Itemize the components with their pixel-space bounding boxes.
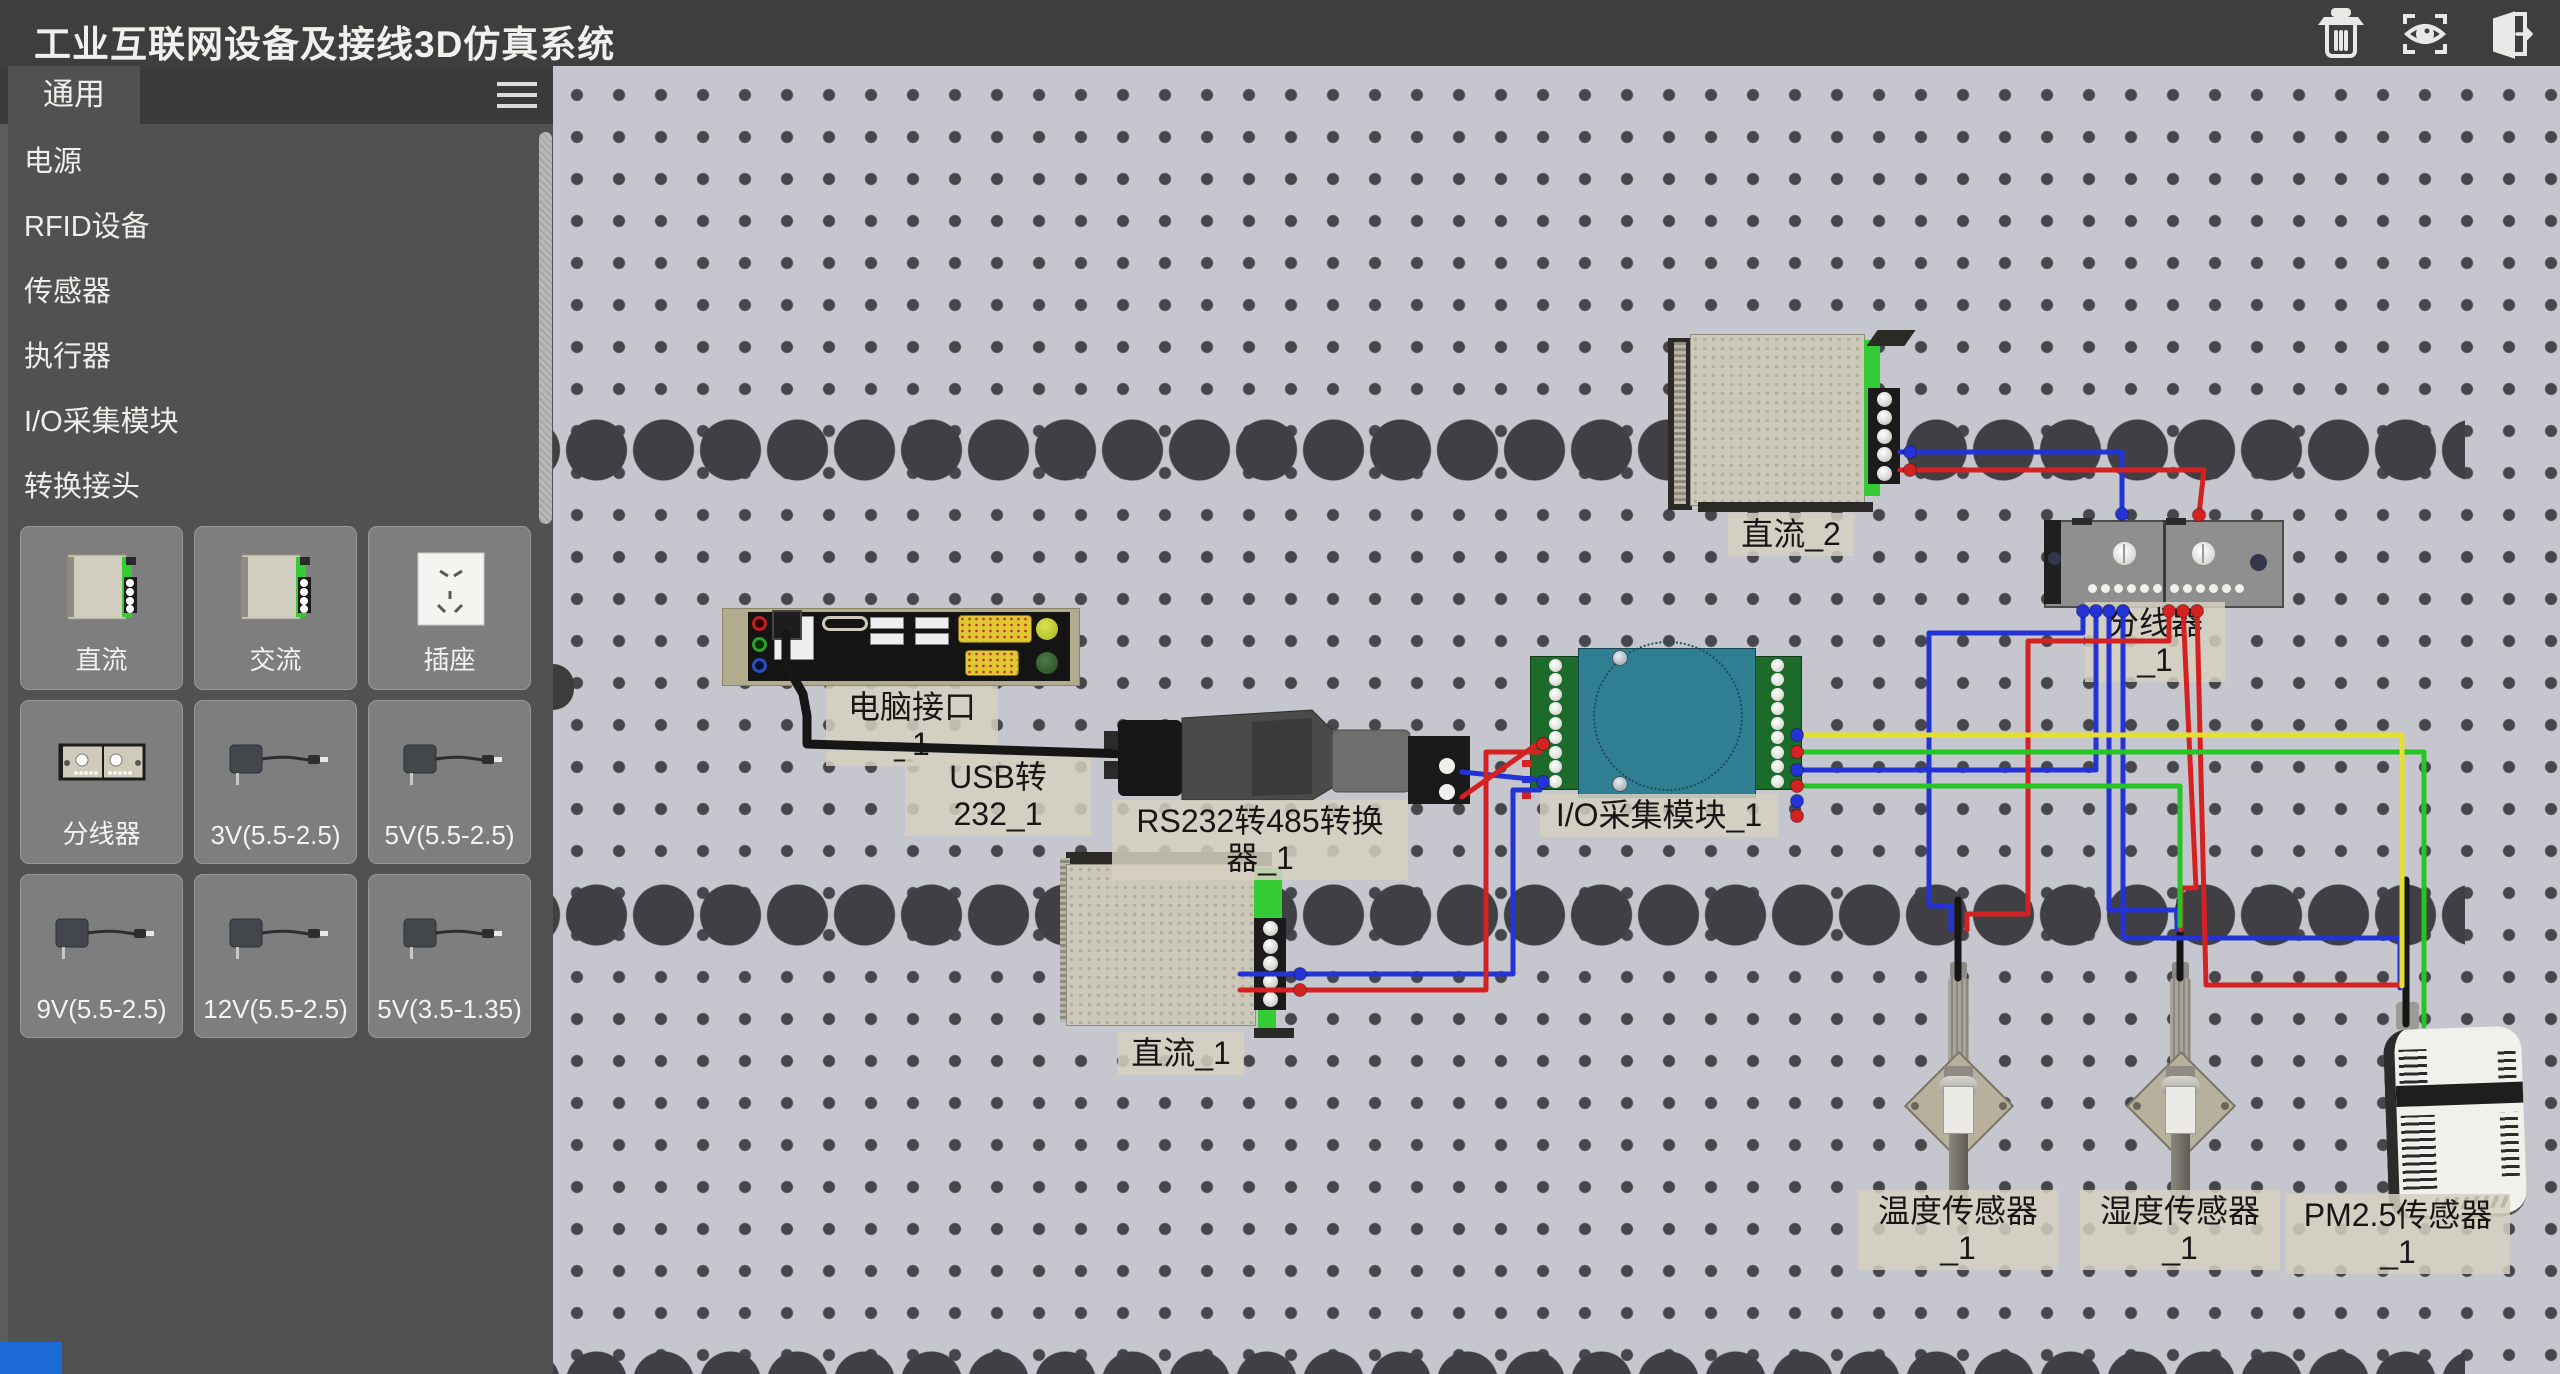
trash-icon[interactable] xyxy=(2312,6,2370,62)
adapter-thumbnail-icon xyxy=(195,889,356,985)
sidebar: 通用 电源RFID设备传感器执行器I/O采集模块转换接头 直流 交流 插座 xyxy=(0,66,553,1374)
palette-card-label: 直流 xyxy=(21,640,182,677)
sidebar-item-1[interactable]: RFID设备 xyxy=(8,195,538,260)
device-io-module[interactable] xyxy=(1530,648,1810,800)
adapter-thumbnail-icon xyxy=(369,715,530,811)
device-label-rs232485: RS232转485转换器_1 xyxy=(1112,800,1408,880)
palette-card-label: 分线器 xyxy=(21,814,182,851)
palette-card-label: 3V(5.5-2.5) xyxy=(195,820,356,851)
palette-card-label: 5V(5.5-2.5) xyxy=(369,820,530,851)
sidebar-item-2[interactable]: 传感器 xyxy=(8,260,538,325)
view-focus-icon[interactable] xyxy=(2396,6,2454,62)
top-bar: 工业互联网设备及接线3D仿真系统 xyxy=(0,0,2560,66)
device-label-splitter: 分线器_1 xyxy=(2085,602,2225,682)
palette-card-4[interactable]: 3V(5.5-2.5) xyxy=(194,700,357,864)
hamburger-menu-icon[interactable] xyxy=(497,82,537,110)
psu-thumbnail-icon xyxy=(21,541,182,637)
adapter-thumbnail-icon xyxy=(195,715,356,811)
socket-thumbnail-icon xyxy=(369,541,530,637)
adapter-thumbnail-icon xyxy=(21,889,182,985)
exit-icon[interactable] xyxy=(2478,6,2536,62)
palette-card-label: 9V(5.5-2.5) xyxy=(21,994,182,1025)
device-splitter[interactable] xyxy=(2044,520,2288,612)
palette-card-6[interactable]: 9V(5.5-2.5) xyxy=(20,874,183,1038)
red-connector-bead xyxy=(1294,984,1307,997)
palette-card-5[interactable]: 5V(5.5-2.5) xyxy=(368,700,531,864)
device-label-dc1: 直流_1 xyxy=(1118,1032,1244,1075)
device-label-iomod: I/O采集模块_1 xyxy=(1540,794,1778,837)
simulation-canvas[interactable]: 直流_2 电脑接口_1USB转232_1 RS232转485转换器_1 I/O采集模块… xyxy=(553,66,2560,1374)
psu-thumbnail-icon xyxy=(195,541,356,637)
yellow-wire xyxy=(1800,735,2402,986)
palette-card-7[interactable]: 12V(5.5-2.5) xyxy=(194,874,357,1038)
pegboard-slot-row xyxy=(553,1351,2465,1374)
device-humidity-sensor[interactable] xyxy=(2125,900,2235,1212)
sidebar-item-5[interactable]: 转换接头 xyxy=(8,455,538,520)
palette-card-label: 插座 xyxy=(369,640,530,677)
sidebar-item-0[interactable]: 电源 xyxy=(8,130,538,195)
blue-wire xyxy=(1929,608,2083,930)
app-window: 工业互联网设备及接线3D仿真系统 通用 xyxy=(0,0,2560,1374)
palette-card-label: 交流 xyxy=(195,640,356,677)
device-label-pc: 电脑接口_1 xyxy=(826,686,998,766)
palette-card-8[interactable]: 5V(3.5-1.35) xyxy=(368,874,531,1038)
palette-card-3[interactable]: 分线器 xyxy=(20,700,183,864)
device-label-hum: 湿度传感器_1 xyxy=(2080,1190,2280,1270)
device-temperature-sensor[interactable] xyxy=(1903,900,2013,1212)
device-label-pm25: PM2.5传感器_1 xyxy=(2286,1194,2510,1274)
pegboard-slot-row xyxy=(553,419,2465,481)
sidebar-item-4[interactable]: I/O采集模块 xyxy=(8,390,538,455)
device-label-usb232: USB转232_1 xyxy=(905,756,1091,836)
corner-blue-button[interactable] xyxy=(0,1342,62,1374)
device-pm25-sensor[interactable] xyxy=(2380,1000,2530,1222)
splitter-thumbnail-icon xyxy=(21,715,182,811)
palette-card-0[interactable]: 直流 xyxy=(20,526,183,690)
category-menu: 电源RFID设备传感器执行器I/O采集模块转换接头 xyxy=(8,130,538,520)
palette-card-label: 5V(3.5-1.35) xyxy=(369,994,530,1025)
adapter-thumbnail-icon xyxy=(369,889,530,985)
sidebar-scrollbar[interactable] xyxy=(539,132,552,524)
page-title: 工业互联网设备及接线3D仿真系统 xyxy=(34,14,615,68)
device-palette: 直流 交流 插座 分线器 3V(5.5-2.5) xyxy=(20,526,550,1038)
palette-card-label: 12V(5.5-2.5) xyxy=(195,994,356,1025)
device-label-temp: 温度传感器_1 xyxy=(1858,1190,2058,1270)
sidebar-header: 通用 xyxy=(0,66,553,124)
red-connector-bead xyxy=(1791,810,1804,823)
blue-wire xyxy=(1800,608,2096,770)
palette-card-2[interactable]: 插座 xyxy=(368,526,531,690)
palette-card-1[interactable]: 交流 xyxy=(194,526,357,690)
blue-connector-bead xyxy=(2116,508,2129,521)
device-pc-interface[interactable] xyxy=(722,608,1082,688)
device-label-dc2: 直流_2 xyxy=(1728,513,1854,556)
device-dc-power-1[interactable] xyxy=(1058,852,1292,1044)
sidebar-item-3[interactable]: 执行器 xyxy=(8,325,538,390)
device-dc-power-2[interactable] xyxy=(1668,330,1913,515)
blue-connector-bead xyxy=(1294,968,1307,981)
tab-general[interactable]: 通用 xyxy=(8,66,140,124)
